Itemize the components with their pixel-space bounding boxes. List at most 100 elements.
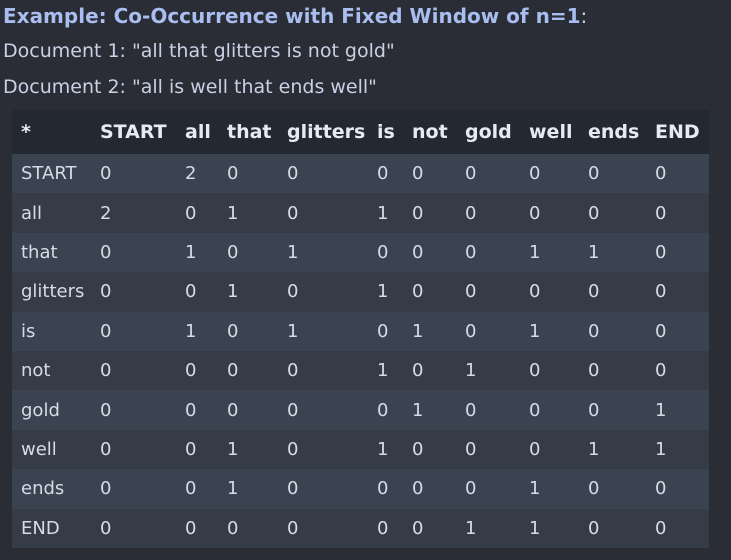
count-cell: 0: [403, 193, 456, 233]
co-occurrence-matrix: * START all that glitters is not gold well ends EN…: [12, 110, 709, 548]
column-header: is: [368, 110, 403, 154]
count-cell: 0: [579, 350, 646, 391]
count-cell: 1: [579, 232, 646, 273]
count-cell: 1: [520, 232, 579, 273]
count-cell: 0: [176, 390, 218, 430]
column-header: gold: [456, 110, 520, 154]
row-label: START: [12, 154, 91, 194]
count-cell: 0: [579, 390, 646, 430]
row-label: not: [12, 350, 91, 391]
row-label: glitters: [12, 272, 91, 312]
count-cell: 1: [456, 350, 520, 391]
column-header: that: [218, 110, 278, 154]
count-cell: 1: [218, 429, 278, 470]
count-cell: 0: [579, 508, 646, 548]
count-cell: 0: [278, 390, 368, 430]
column-header: all: [176, 110, 218, 154]
count-cell: 0: [520, 350, 579, 391]
count-cell: 1: [278, 311, 368, 351]
count-cell: 0: [456, 232, 520, 273]
count-cell: 0: [646, 154, 709, 194]
count-cell: 0: [646, 350, 709, 391]
count-cell: 0: [368, 508, 403, 548]
table-row: gold 0 0 0 0 0 1 0 0 0 1: [12, 390, 709, 430]
count-cell: 0: [456, 272, 520, 312]
count-cell: 1: [368, 350, 403, 391]
count-cell: 0: [218, 154, 278, 194]
count-cell: 1: [176, 311, 218, 351]
example-title-colon: :: [580, 4, 588, 28]
count-cell: 0: [579, 469, 646, 509]
count-cell: 0: [520, 390, 579, 430]
row-label: gold: [12, 390, 91, 430]
count-cell: 1: [218, 469, 278, 509]
count-cell: 1: [646, 390, 709, 430]
column-header: ends: [579, 110, 646, 154]
row-label: ends: [12, 469, 91, 509]
count-cell: 0: [456, 154, 520, 194]
count-cell: 1: [368, 193, 403, 233]
count-cell: 0: [278, 508, 368, 548]
count-cell: 0: [176, 193, 218, 233]
document-2-line: Document 2: "all is well that ends well": [3, 76, 377, 98]
count-cell: 0: [91, 272, 176, 312]
count-cell: 0: [456, 193, 520, 233]
count-cell: 0: [646, 193, 709, 233]
count-cell: 0: [520, 429, 579, 470]
column-header: END: [646, 110, 709, 154]
table-row: not 0 0 0 0 1 0 1 0 0 0: [12, 350, 709, 391]
table-row: that 0 1 0 1 0 0 0 1 1 0: [12, 232, 709, 273]
table-row: all 2 0 1 0 1 0 0 0 0 0: [12, 193, 709, 233]
count-cell: 0: [368, 469, 403, 509]
count-cell: 0: [646, 469, 709, 509]
count-cell: 0: [91, 232, 176, 273]
count-cell: 0: [520, 154, 579, 194]
count-cell: 0: [646, 272, 709, 312]
count-cell: 0: [368, 232, 403, 273]
count-cell: 0: [520, 272, 579, 312]
count-cell: 0: [176, 508, 218, 548]
count-cell: 1: [176, 232, 218, 273]
row-label: that: [12, 232, 91, 273]
row-label: is: [12, 311, 91, 351]
count-cell: 0: [403, 350, 456, 391]
count-cell: 0: [91, 469, 176, 509]
row-label: all: [12, 193, 91, 233]
table-row: glitters 0 0 1 0 1 0 0 0 0 0: [12, 272, 709, 312]
count-cell: 0: [646, 232, 709, 273]
count-cell: 0: [579, 311, 646, 351]
example-title: Example: Co-Occurrence with Fixed Window…: [3, 2, 587, 30]
table-row: ends 0 0 1 0 0 0 0 1 0 0: [12, 469, 709, 509]
row-label: END: [12, 508, 91, 548]
count-cell: 0: [456, 429, 520, 470]
count-cell: 0: [368, 311, 403, 351]
count-cell: 0: [646, 508, 709, 548]
count-cell: 1: [520, 508, 579, 548]
matrix-corner-header: *: [12, 110, 91, 154]
count-cell: 0: [456, 469, 520, 509]
count-cell: 1: [368, 429, 403, 470]
count-cell: 0: [91, 429, 176, 470]
count-cell: 0: [278, 350, 368, 391]
count-cell: 2: [176, 154, 218, 194]
count-cell: 0: [520, 193, 579, 233]
count-cell: 1: [278, 232, 368, 273]
example-title-text: Example: Co-Occurrence with Fixed Window…: [3, 4, 581, 28]
matrix-header-row: * START all that glitters is not gold well ends EN…: [12, 110, 709, 154]
count-cell: 0: [368, 390, 403, 430]
document-1-line: Document 1: "all that glitters is not go…: [3, 40, 395, 62]
count-cell: 0: [278, 429, 368, 470]
count-cell: 0: [91, 311, 176, 351]
count-cell: 0: [403, 508, 456, 548]
count-cell: 0: [403, 232, 456, 273]
count-cell: 0: [368, 154, 403, 194]
column-header: not: [403, 110, 456, 154]
count-cell: 0: [403, 272, 456, 312]
count-cell: 0: [403, 429, 456, 470]
count-cell: 0: [176, 350, 218, 391]
count-cell: 1: [403, 311, 456, 351]
count-cell: 0: [218, 390, 278, 430]
count-cell: 0: [91, 508, 176, 548]
count-cell: 0: [218, 508, 278, 548]
count-cell: 0: [218, 350, 278, 391]
